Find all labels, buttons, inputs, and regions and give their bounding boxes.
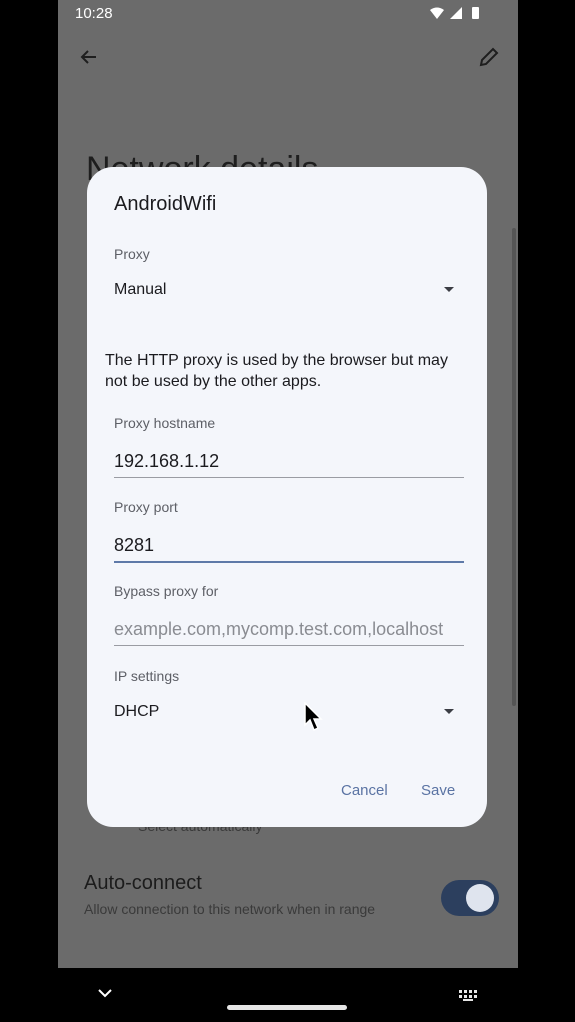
status-time: 10:28 (75, 5, 113, 22)
dialog-title: AndroidWifi (114, 193, 217, 215)
back-arrow-icon[interactable] (76, 44, 102, 70)
hostname-input[interactable]: 192.168.1.12 (114, 447, 464, 478)
proxy-dropdown[interactable]: Manual (114, 277, 454, 305)
mouse-cursor-icon (304, 702, 323, 732)
bypass-input[interactable]: example.com,mycomp.test.com,localhost (114, 615, 464, 646)
navigation-bar (0, 968, 575, 1022)
port-value: 8281 (114, 535, 155, 555)
edit-pencil-icon[interactable] (476, 44, 502, 70)
status-bar: 10:28 (58, 0, 518, 28)
proxy-dialog: AndroidWifi Proxy Manual The HTTP proxy … (87, 167, 487, 827)
port-input[interactable]: 8281 (114, 531, 464, 563)
hostname-value: 192.168.1.12 (114, 451, 220, 471)
proxy-info-text: The HTTP proxy is used by the browser bu… (105, 352, 448, 390)
status-icons (430, 7, 479, 19)
dropdown-arrow-icon (444, 287, 454, 292)
battery-icon (472, 7, 479, 19)
ip-settings-value: DHCP (114, 703, 160, 720)
scrollbar[interactable] (512, 228, 516, 706)
proxy-label: Proxy (114, 246, 150, 262)
wifi-icon (430, 7, 444, 19)
ip-settings-label: IP settings (114, 668, 180, 684)
bypass-label: Bypass proxy for (114, 583, 219, 599)
ip-settings-dropdown[interactable]: DHCP (114, 699, 454, 727)
save-button[interactable]: Save (421, 782, 455, 799)
dropdown-arrow-icon (444, 709, 454, 714)
keyboard-icon[interactable] (458, 988, 480, 1002)
signal-icon (450, 7, 462, 19)
cancel-button[interactable]: Cancel (341, 782, 388, 799)
chevron-down-icon[interactable] (96, 986, 114, 1000)
bypass-placeholder: example.com,mycomp.test.com,localhost (114, 619, 444, 639)
auto-connect-toggle[interactable] (441, 880, 499, 916)
port-label: Proxy port (114, 499, 178, 515)
hostname-label: Proxy hostname (114, 415, 216, 431)
home-handle[interactable] (227, 1005, 347, 1010)
proxy-value: Manual (114, 281, 167, 298)
toggle-knob (466, 884, 494, 912)
